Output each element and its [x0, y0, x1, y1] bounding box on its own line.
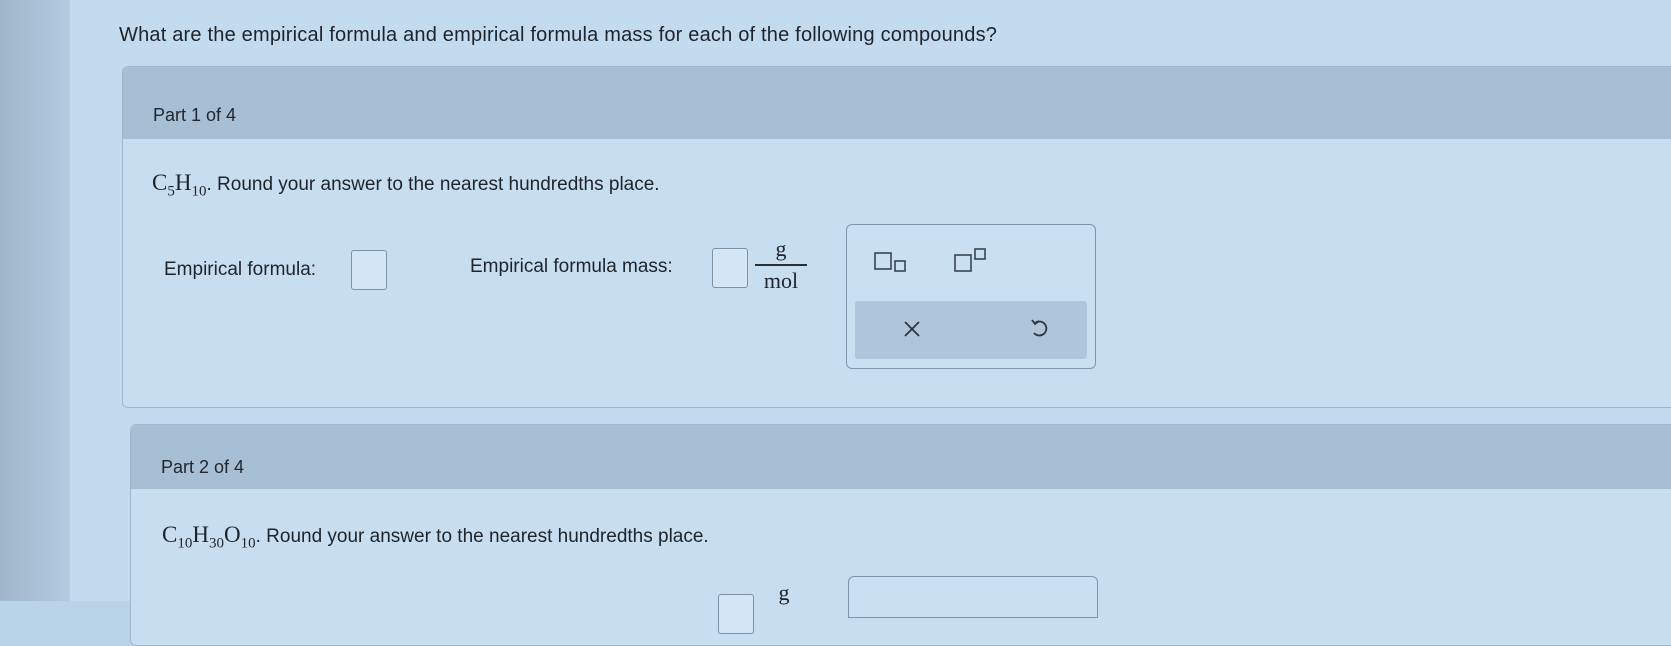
part-1-instruction: . Round your answer to the nearest hundr…: [206, 174, 660, 195]
part-2-header: Part 2 of 4: [131, 425, 1671, 489]
part-1-title: Part 1 of 4: [153, 105, 237, 125]
part-1-formula: C5H10: [152, 170, 207, 200]
left-edge-shade: [0, 0, 70, 601]
undo-button[interactable]: [1028, 317, 1052, 341]
empirical-formula-label: Empirical formula:: [164, 259, 317, 280]
clear-button[interactable]: [901, 318, 923, 340]
toolbox-action-row: [855, 301, 1087, 359]
unit-denominator: mol: [763, 267, 799, 293]
fraction-bar: [755, 264, 807, 266]
unit-numerator: g: [775, 236, 787, 261]
part-2-instruction: . Round your answer to the nearest hundr…: [255, 526, 709, 547]
subscript-icon: [874, 252, 906, 272]
part-2-title: Part 2 of 4: [161, 457, 245, 477]
part-1-prompt: C5H10. Round your answer to the nearest …: [152, 170, 660, 201]
empirical-mass-input[interactable]: [712, 248, 748, 288]
part-1-header: Part 1 of 4: [123, 67, 1671, 139]
answer-toolbox: [846, 224, 1096, 369]
part-2-toolbox-partial: [848, 576, 1098, 618]
superscript-button[interactable]: [953, 247, 991, 273]
part-2-unit-numerator: g: [778, 580, 790, 605]
clear-icon: [904, 321, 920, 337]
empirical-formula-input[interactable]: [351, 250, 387, 290]
unit-fraction: g mol: [755, 236, 807, 294]
undo-icon: [1031, 319, 1048, 337]
question-text: What are the empirical formula and empir…: [119, 24, 998, 46]
part-2-prompt: C10H30O10. Round your answer to the near…: [162, 522, 709, 553]
empirical-mass-label: Empirical formula mass:: [470, 256, 673, 277]
part-2-formula: C10H30O10: [162, 522, 256, 552]
part-2-unit-fraction: g: [758, 580, 810, 606]
superscript-icon: [954, 248, 986, 272]
part-2-mass-input-partial[interactable]: [718, 594, 754, 634]
subscript-button[interactable]: [873, 251, 909, 273]
